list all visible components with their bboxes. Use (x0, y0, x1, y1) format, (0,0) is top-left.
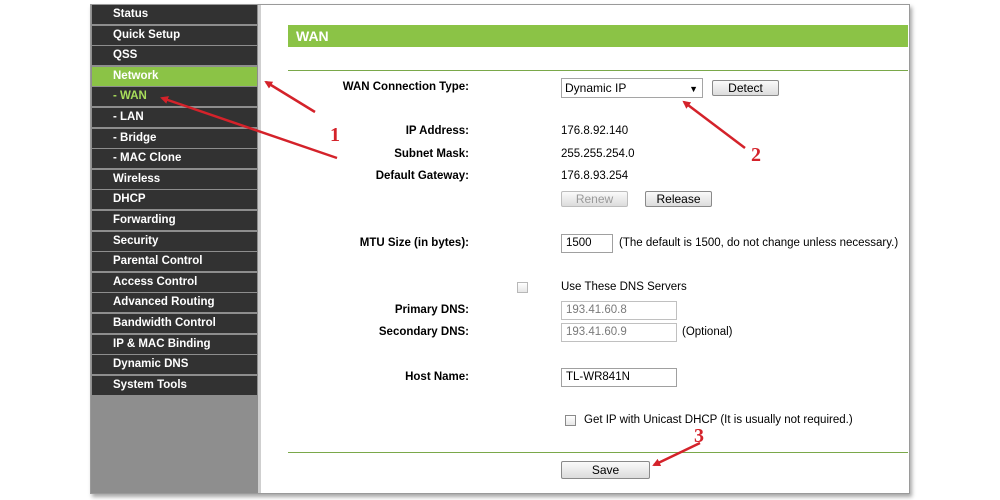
optional-note: (Optional) (682, 326, 733, 338)
subnet-mask-value: 255.255.254.0 (561, 148, 635, 160)
sidebar-item-network[interactable]: Network (92, 66, 257, 86)
annotation-number-3: 3 (694, 425, 704, 447)
save-button[interactable]: Save (561, 461, 650, 479)
sidebar-item-bridge[interactable]: - Bridge (92, 128, 257, 148)
sidebar-item-security[interactable]: Security (92, 231, 257, 251)
wan-type-value: Dynamic IP (565, 81, 627, 95)
top-divider (288, 70, 908, 71)
ip-address-label: IP Address: (405, 125, 469, 137)
sidebar-menu: Status Quick Setup QSS Network - WAN - L… (91, 5, 258, 395)
sidebar-item-qss[interactable]: QSS (92, 46, 257, 66)
annotation-number-2: 2 (751, 144, 761, 166)
wan-type-select[interactable]: Dynamic IP ▼ (561, 78, 703, 98)
use-dns-checkbox[interactable] (517, 282, 528, 293)
page-title: WAN (288, 25, 908, 47)
sidebar-item-status[interactable]: Status (92, 5, 257, 24)
detect-button[interactable]: Detect (712, 80, 779, 96)
secondary-dns-input[interactable]: 193.41.60.9 (561, 323, 677, 342)
sidebar-item-quick-setup[interactable]: Quick Setup (92, 25, 257, 45)
sidebar-item-lan[interactable]: - LAN (92, 107, 257, 127)
sidebar-item-dhcp[interactable]: DHCP (92, 190, 257, 210)
subnet-mask-label: Subnet Mask: (394, 148, 469, 160)
sidebar-item-dynamic-dns[interactable]: Dynamic DNS (92, 355, 257, 375)
sidebar-item-bandwidth-control[interactable]: Bandwidth Control (92, 313, 257, 333)
renew-button[interactable]: Renew (561, 191, 628, 207)
secondary-dns-label: Secondary DNS: (378, 326, 469, 338)
sidebar-item-wan[interactable]: - WAN (92, 87, 257, 107)
mtu-size-label: MTU Size (in bytes): (359, 237, 469, 249)
wan-type-label: WAN Connection Type: (342, 81, 469, 93)
primary-dns-label: Primary DNS: (394, 304, 469, 316)
annotation-number-1: 1 (330, 124, 340, 146)
sidebar-item-system-tools[interactable]: System Tools (92, 375, 257, 395)
sidebar: Status Quick Setup QSS Network - WAN - L… (91, 5, 258, 493)
sidebar-item-wireless[interactable]: Wireless (92, 169, 257, 189)
default-gateway-label: Default Gateway: (375, 170, 469, 182)
host-name-label: Host Name: (405, 371, 469, 383)
mtu-note: (The default is 1500, do not change unle… (619, 237, 899, 249)
mtu-size-input[interactable]: 1500 (561, 234, 613, 253)
default-gateway-value: 176.8.93.254 (561, 170, 629, 182)
sidebar-item-advanced-routing[interactable]: Advanced Routing (92, 293, 257, 313)
unicast-dhcp-label: Get IP with Unicast DHCP (It is usually … (584, 414, 853, 426)
sidebar-item-mac-clone[interactable]: - MAC Clone (92, 149, 257, 169)
use-dns-label: Use These DNS Servers (561, 281, 687, 293)
main-content: WAN WAN Connection Type: Dynamic IP ▼ De… (261, 5, 909, 493)
sidebar-item-access-control[interactable]: Access Control (92, 272, 257, 292)
release-button[interactable]: Release (645, 191, 712, 207)
router-admin-window: Status Quick Setup QSS Network - WAN - L… (90, 4, 910, 494)
host-name-input[interactable]: TL-WR841N (561, 368, 677, 387)
sidebar-item-ip-mac-binding[interactable]: IP & MAC Binding (92, 334, 257, 354)
sidebar-item-parental-control[interactable]: Parental Control (92, 252, 257, 272)
unicast-dhcp-checkbox[interactable] (565, 415, 576, 426)
bottom-divider (288, 452, 908, 453)
ip-address-value: 176.8.92.140 (561, 125, 629, 137)
sidebar-item-forwarding[interactable]: Forwarding (92, 210, 257, 230)
primary-dns-input[interactable]: 193.41.60.8 (561, 301, 677, 320)
chevron-down-icon: ▼ (689, 84, 698, 94)
